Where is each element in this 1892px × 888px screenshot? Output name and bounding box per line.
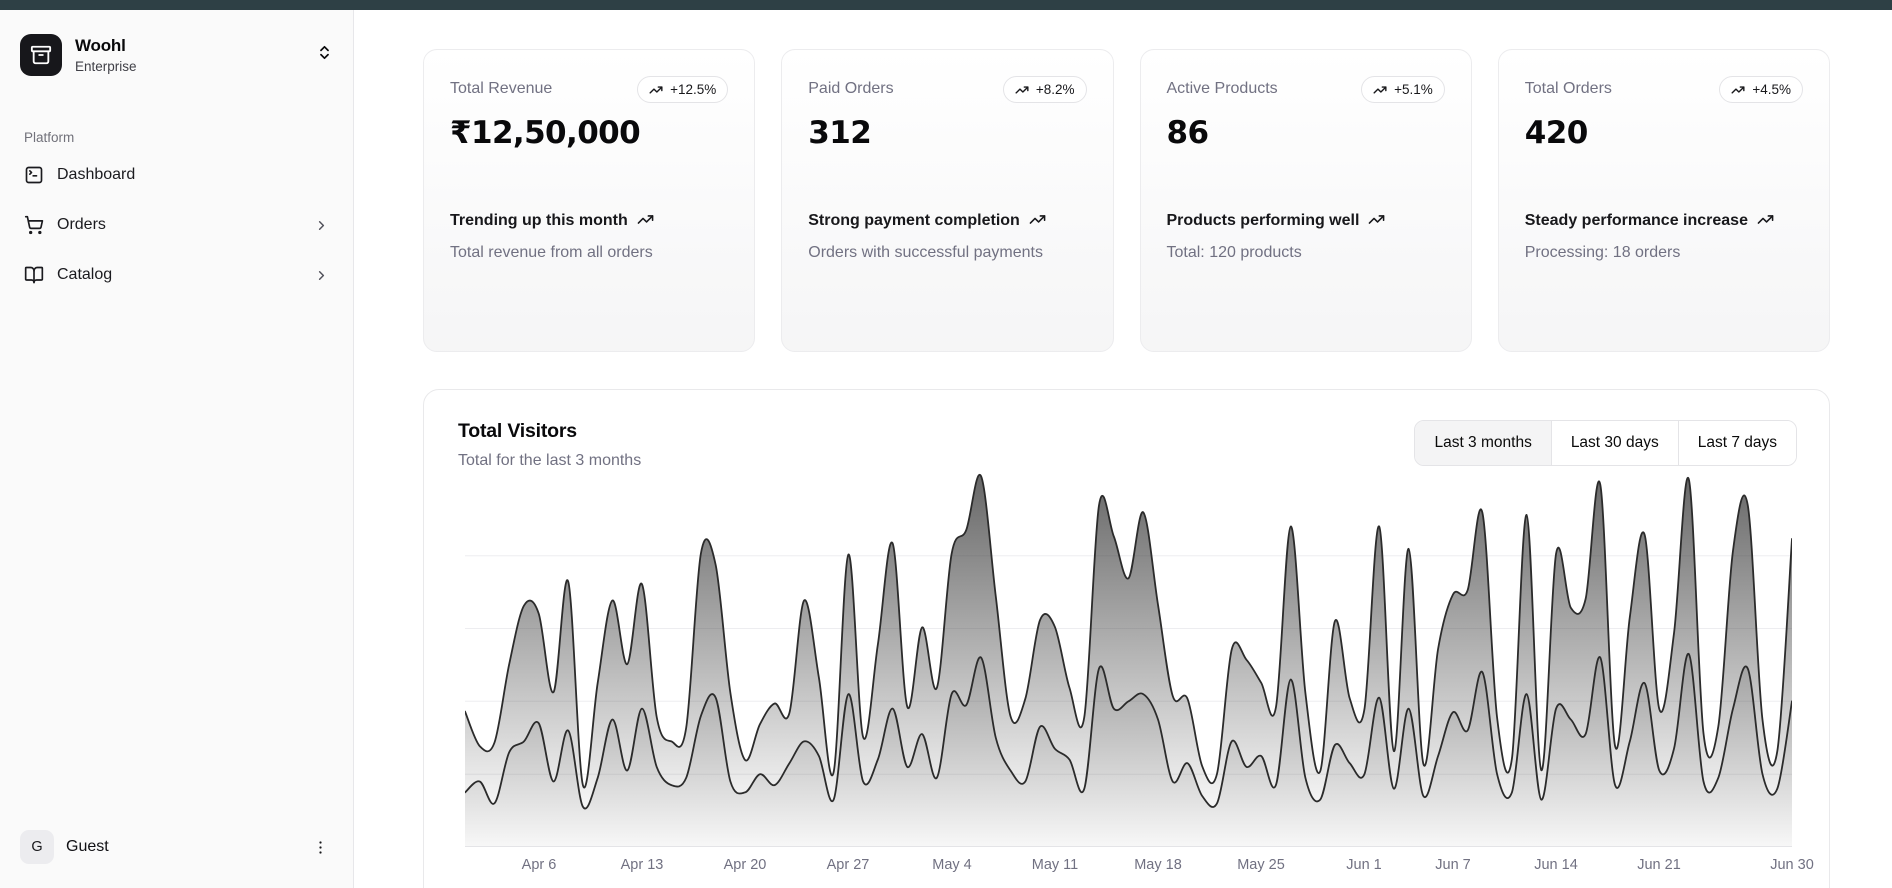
x-axis-label: Jun 7 (1408, 857, 1498, 873)
trend-badge: +4.5% (1719, 76, 1803, 103)
time-range-tabs: Last 3 months Last 30 days Last 7 days (1414, 420, 1797, 466)
stat-headline: Steady performance increase (1525, 209, 1803, 232)
archive-icon (20, 34, 62, 76)
stat-value: 312 (808, 115, 1086, 151)
stat-value: 86 (1167, 115, 1445, 151)
x-axis-label: Apr 13 (597, 857, 687, 873)
ellipsis-vertical-icon[interactable] (308, 835, 333, 860)
x-axis-label: May 11 (1010, 857, 1100, 873)
x-axis-label: May 25 (1216, 857, 1306, 873)
x-axis-label: Jun 21 (1614, 857, 1704, 873)
stat-label: Active Products (1167, 76, 1278, 98)
visitors-area-chart[interactable] (465, 461, 1792, 847)
user-menu[interactable]: G Guest (12, 822, 341, 872)
stat-cards-row: Total Revenue +12.5% ₹12,50,000 Trending… (423, 49, 1830, 352)
avatar: G (20, 830, 54, 864)
stat-description: Processing: 18 orders (1525, 241, 1803, 264)
stat-headline: Trending up this month (450, 209, 728, 232)
x-axis-label: Apr 20 (700, 857, 790, 873)
sidebar-item-dashboard[interactable]: Dashboard (12, 155, 341, 195)
total-visitors-card: Total Visitors Total for the last 3 mont… (423, 389, 1830, 888)
x-axis-label: May 18 (1113, 857, 1203, 873)
shopping-cart-icon (24, 215, 44, 235)
stat-headline: Strong payment completion (808, 209, 1086, 232)
workspace-plan: Enterprise (75, 59, 137, 74)
stat-description: Total: 120 products (1167, 241, 1445, 264)
stat-card-paid-orders: Paid Orders +8.2% 312 Strong payment com… (781, 49, 1113, 352)
user-name: Guest (66, 838, 109, 856)
trending-up-icon (1373, 83, 1387, 97)
sidebar-item-label: Catalog (57, 266, 112, 284)
sidebar-item-label: Orders (57, 216, 106, 234)
trending-up-icon (1731, 83, 1745, 97)
sidebar-item-label: Dashboard (57, 166, 135, 184)
x-axis-label: Apr 6 (494, 857, 584, 873)
stat-label: Total Orders (1525, 76, 1612, 98)
stat-headline: Products performing well (1167, 209, 1445, 232)
trending-up-icon (1029, 211, 1046, 228)
stat-card-active-products: Active Products +5.1% 86 Products perfor… (1140, 49, 1472, 352)
trend-badge: +12.5% (637, 76, 728, 103)
trending-up-icon (637, 211, 654, 228)
trend-badge: +8.2% (1003, 76, 1087, 103)
chevrons-up-down-icon (316, 44, 333, 66)
trending-up-icon (1015, 83, 1029, 97)
workspace-name: Woohl (75, 36, 137, 56)
main-content: Total Revenue +12.5% ₹12,50,000 Trending… (355, 10, 1892, 888)
x-axis: Apr 6 Apr 13 Apr 20 Apr 27 May 4 May 11 May 18… (465, 857, 1792, 879)
x-axis-label: May 4 (907, 857, 997, 873)
chart-title: Total Visitors (458, 420, 641, 443)
workspace-switcher[interactable]: Woohl Enterprise (12, 26, 341, 84)
x-axis-label: Jun 14 (1511, 857, 1601, 873)
sidebar: Woohl Enterprise Platform Dashboard (0, 10, 354, 888)
tab-last-30-days[interactable]: Last 30 days (1551, 421, 1678, 465)
dashboard-app: Woohl Enterprise Platform Dashboard (0, 0, 1892, 888)
x-axis-label: Apr 27 (803, 857, 893, 873)
trending-up-icon (649, 83, 663, 97)
sidebar-item-catalog[interactable]: Catalog (12, 255, 341, 295)
chevron-right-icon (314, 268, 329, 283)
stat-label: Total Revenue (450, 76, 552, 98)
trend-badge: +5.1% (1361, 76, 1445, 103)
trending-up-icon (1757, 211, 1774, 228)
x-axis-label: Jun 30 (1747, 857, 1837, 873)
sidebar-nav: Dashboard Orders (0, 155, 353, 295)
tab-last-3-months[interactable]: Last 3 months (1415, 421, 1550, 465)
stat-description: Orders with successful payments (808, 241, 1086, 264)
stat-card-total-revenue: Total Revenue +12.5% ₹12,50,000 Trending… (423, 49, 755, 352)
square-terminal-icon (24, 165, 44, 185)
stat-value: ₹12,50,000 (450, 115, 728, 151)
chevron-right-icon (314, 218, 329, 233)
sidebar-item-orders[interactable]: Orders (12, 205, 341, 245)
stat-description: Total revenue from all orders (450, 241, 728, 264)
stat-value: 420 (1525, 115, 1803, 151)
x-axis-label: Jun 1 (1319, 857, 1409, 873)
stat-card-total-orders: Total Orders +4.5% 420 Steady performanc… (1498, 49, 1830, 352)
trending-up-icon (1368, 211, 1385, 228)
workspace-info: Woohl Enterprise (75, 36, 137, 74)
book-open-icon (24, 265, 44, 285)
sidebar-section-label: Platform (24, 130, 353, 145)
stat-label: Paid Orders (808, 76, 893, 98)
tab-last-7-days[interactable]: Last 7 days (1678, 421, 1796, 465)
top-accent-bar (0, 0, 1892, 10)
